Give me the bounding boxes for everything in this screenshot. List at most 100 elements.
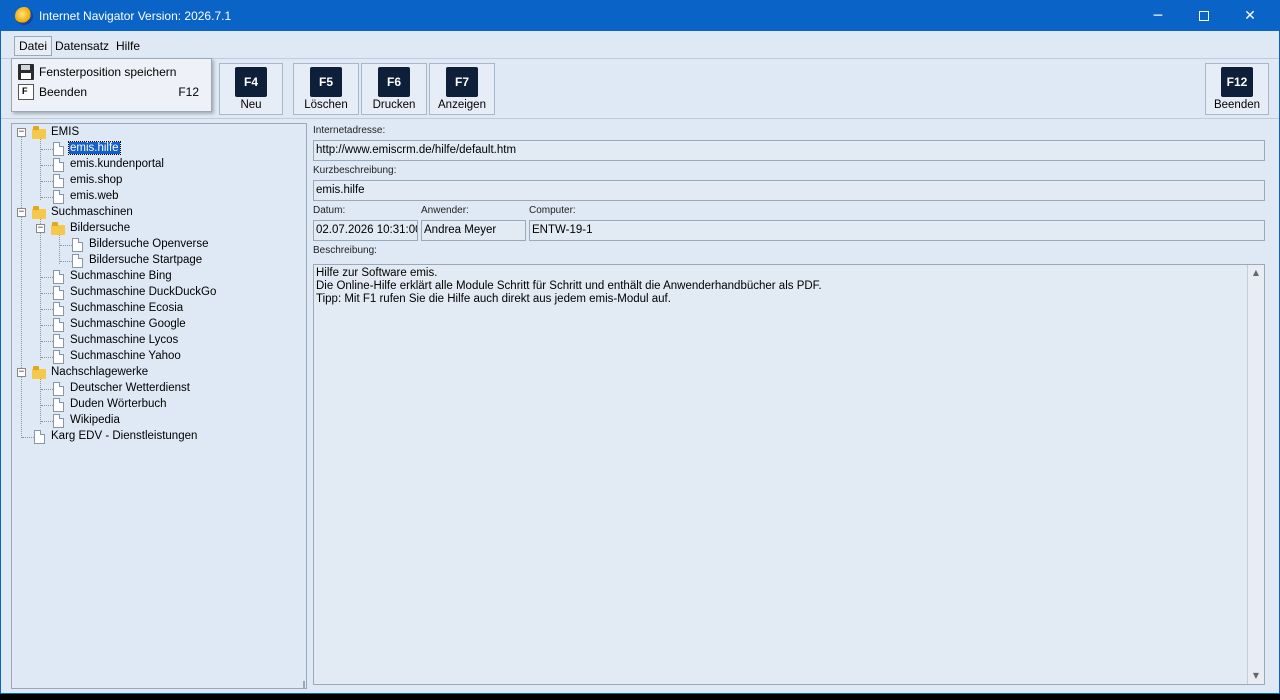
menu-item-label: Fensterposition speichern bbox=[39, 65, 177, 79]
datei-dropdown-menu: Fensterposition speichern Beenden F12 bbox=[11, 58, 212, 112]
delete-button[interactable]: F5 Löschen bbox=[293, 63, 359, 115]
tree-node-yahoo[interactable]: Suchmaschine Yahoo bbox=[12, 349, 306, 365]
folder-icon bbox=[32, 126, 46, 139]
page-icon bbox=[53, 398, 64, 412]
tree-node-label: Bildersuche Startpage bbox=[89, 254, 203, 266]
tree-node-emis-shop[interactable]: emis.shop bbox=[12, 173, 306, 189]
tree-node-wetterdienst[interactable]: Deutscher Wetterdienst bbox=[12, 381, 306, 397]
tree-node-bildersuche-startpage[interactable]: Bildersuche Startpage bbox=[12, 253, 306, 269]
tree-node-wikipedia[interactable]: Wikipedia bbox=[12, 413, 306, 429]
tree-node-duden[interactable]: Duden Wörterbuch bbox=[12, 397, 306, 413]
folder-icon bbox=[32, 206, 46, 219]
f12-key-icon: F12 bbox=[1221, 67, 1253, 97]
tree-node-label: Suchmaschine Bing bbox=[70, 270, 172, 282]
menu-hilfe[interactable]: Hilfe bbox=[112, 37, 144, 55]
collapse-icon[interactable]: − bbox=[17, 368, 26, 377]
tree-node-label: Bildersuche Openverse bbox=[89, 238, 209, 250]
tree-connector bbox=[41, 341, 53, 342]
print-button[interactable]: F6 Drucken bbox=[361, 63, 427, 115]
anwender-label: Anwender: bbox=[421, 205, 469, 216]
collapse-icon[interactable]: − bbox=[36, 224, 45, 233]
tree-node-nachschlagewerke[interactable]: − Nachschlagewerke bbox=[12, 365, 306, 381]
tree-node-label: Duden Wörterbuch bbox=[70, 398, 167, 410]
tree-node-google[interactable]: Suchmaschine Google bbox=[12, 317, 306, 333]
collapse-icon[interactable]: − bbox=[17, 208, 26, 217]
computer-field[interactable]: ENTW-19-1 bbox=[529, 220, 1265, 241]
datum-field[interactable]: 02.07.2026 10:31:00 bbox=[313, 220, 418, 241]
tree-connector bbox=[41, 357, 53, 358]
tree-node-label: Nachschlagewerke bbox=[51, 366, 149, 378]
tree-node-emis-web[interactable]: emis.web bbox=[12, 189, 306, 205]
tree-connector bbox=[41, 309, 53, 310]
tree-node-label: Suchmaschine Google bbox=[70, 318, 186, 330]
menu-datei[interactable]: Datei bbox=[14, 36, 53, 56]
tree-node-label: Karg EDV - Dienstleistungen bbox=[51, 430, 198, 442]
menu-item-save-window-position[interactable]: Fensterposition speichern bbox=[14, 62, 209, 82]
tree-node-bildersuche-openverse[interactable]: Bildersuche Openverse bbox=[12, 237, 306, 253]
anwender-field[interactable]: Andrea Meyer bbox=[421, 220, 526, 241]
tree-node-label: Suchmaschine Yahoo bbox=[70, 350, 181, 362]
main-window: Internet Navigator Version: 2026.7.1 ─ ✕… bbox=[0, 0, 1280, 694]
tree-connector bbox=[41, 197, 53, 198]
tree-node-emis[interactable]: − EMIS bbox=[12, 125, 306, 141]
minimize-button[interactable]: ─ bbox=[1135, 1, 1181, 31]
tree-node-emis-kundenportal[interactable]: emis.kundenportal bbox=[12, 157, 306, 173]
tree-node-emis-hilfe[interactable]: emis.hilfe bbox=[12, 141, 306, 157]
internetadresse-field[interactable]: http://www.emiscrm.de/hilfe/default.htm bbox=[313, 140, 1265, 161]
folder-icon bbox=[51, 222, 65, 235]
tree-node-duckduckgo[interactable]: Suchmaschine DuckDuckGo bbox=[12, 285, 306, 301]
tree-node-label: Suchmaschinen bbox=[51, 206, 133, 218]
tree-node-suchmaschinen[interactable]: − Suchmaschinen bbox=[12, 205, 306, 221]
tree-node-bing[interactable]: Suchmaschine Bing bbox=[12, 269, 306, 285]
page-icon bbox=[53, 302, 64, 316]
tree-node-lycos[interactable]: Suchmaschine Lycos bbox=[12, 333, 306, 349]
beschreibung-line: Hilfe zur Software emis. bbox=[316, 267, 438, 279]
beschreibung-line: Tipp: Mit F1 rufen Sie die Hilfe auch di… bbox=[316, 293, 671, 305]
page-icon bbox=[53, 190, 64, 204]
scroll-up-arrow-icon[interactable]: ▲ bbox=[1248, 265, 1264, 281]
panel-splitter[interactable] bbox=[303, 681, 305, 689]
page-icon bbox=[53, 334, 64, 348]
page-icon bbox=[72, 238, 83, 252]
tree-node-label: EMIS bbox=[51, 126, 80, 138]
globe-app-icon bbox=[15, 7, 33, 25]
new-button[interactable]: F4 Neu bbox=[219, 63, 283, 115]
menu-datensatz[interactable]: Datensatz bbox=[51, 37, 113, 55]
menu-item-quit[interactable]: Beenden F12 bbox=[14, 82, 209, 102]
page-icon bbox=[72, 254, 83, 268]
tree-node-bildersuche[interactable]: − Bildersuche bbox=[12, 221, 306, 237]
page-icon bbox=[53, 158, 64, 172]
close-button[interactable]: ✕ bbox=[1227, 1, 1273, 31]
computer-label: Computer: bbox=[529, 205, 576, 216]
tree-node-label: Suchmaschine DuckDuckGo bbox=[70, 286, 217, 298]
page-icon bbox=[53, 382, 64, 396]
tree-connector bbox=[41, 149, 53, 150]
beschreibung-textarea[interactable]: Hilfe zur Software emis. Die Online-Hilf… bbox=[313, 264, 1265, 685]
tree-node-karg-edv[interactable]: Karg EDV - Dienstleistungen bbox=[12, 429, 306, 445]
tree-connector bbox=[22, 437, 34, 438]
beschreibung-text: Hilfe zur Software emis. Die Online-Hilf… bbox=[316, 267, 1244, 306]
delete-button-label: Löschen bbox=[304, 99, 348, 111]
f6-key-icon: F6 bbox=[378, 67, 410, 97]
maximize-button[interactable] bbox=[1181, 1, 1227, 31]
menu-bar: Datei Datensatz Hilfe bbox=[1, 31, 1279, 59]
tree-node-label: Suchmaschine Lycos bbox=[70, 334, 179, 346]
print-button-label: Drucken bbox=[372, 99, 416, 111]
title-bar[interactable]: Internet Navigator Version: 2026.7.1 ─ ✕ bbox=[1, 1, 1279, 31]
show-button[interactable]: F7 Anzeigen bbox=[429, 63, 495, 115]
vertical-scrollbar[interactable]: ▲ ▼ bbox=[1247, 265, 1264, 684]
tree-node-ecosia[interactable]: Suchmaschine Ecosia bbox=[12, 301, 306, 317]
menu-item-shortcut: F12 bbox=[178, 85, 199, 99]
quit-button[interactable]: F12 Beenden bbox=[1205, 63, 1269, 115]
tree-node-label: Suchmaschine Ecosia bbox=[70, 302, 184, 314]
link-tree[interactable]: − EMIS emis.hilfe emis.kundenportal emis… bbox=[11, 123, 307, 689]
tree-node-label: emis.hilfe bbox=[68, 141, 121, 155]
tree-connector bbox=[41, 325, 53, 326]
kurzbeschreibung-field[interactable]: emis.hilfe bbox=[313, 180, 1265, 201]
scroll-down-arrow-icon[interactable]: ▼ bbox=[1248, 668, 1264, 684]
collapse-icon[interactable]: − bbox=[17, 128, 26, 137]
beschreibung-line: Die Online-Hilfe erklärt alle Module Sch… bbox=[316, 280, 822, 292]
tree-connector bbox=[41, 389, 53, 390]
tree-node-label: Deutscher Wetterdienst bbox=[70, 382, 190, 394]
page-icon bbox=[53, 286, 64, 300]
